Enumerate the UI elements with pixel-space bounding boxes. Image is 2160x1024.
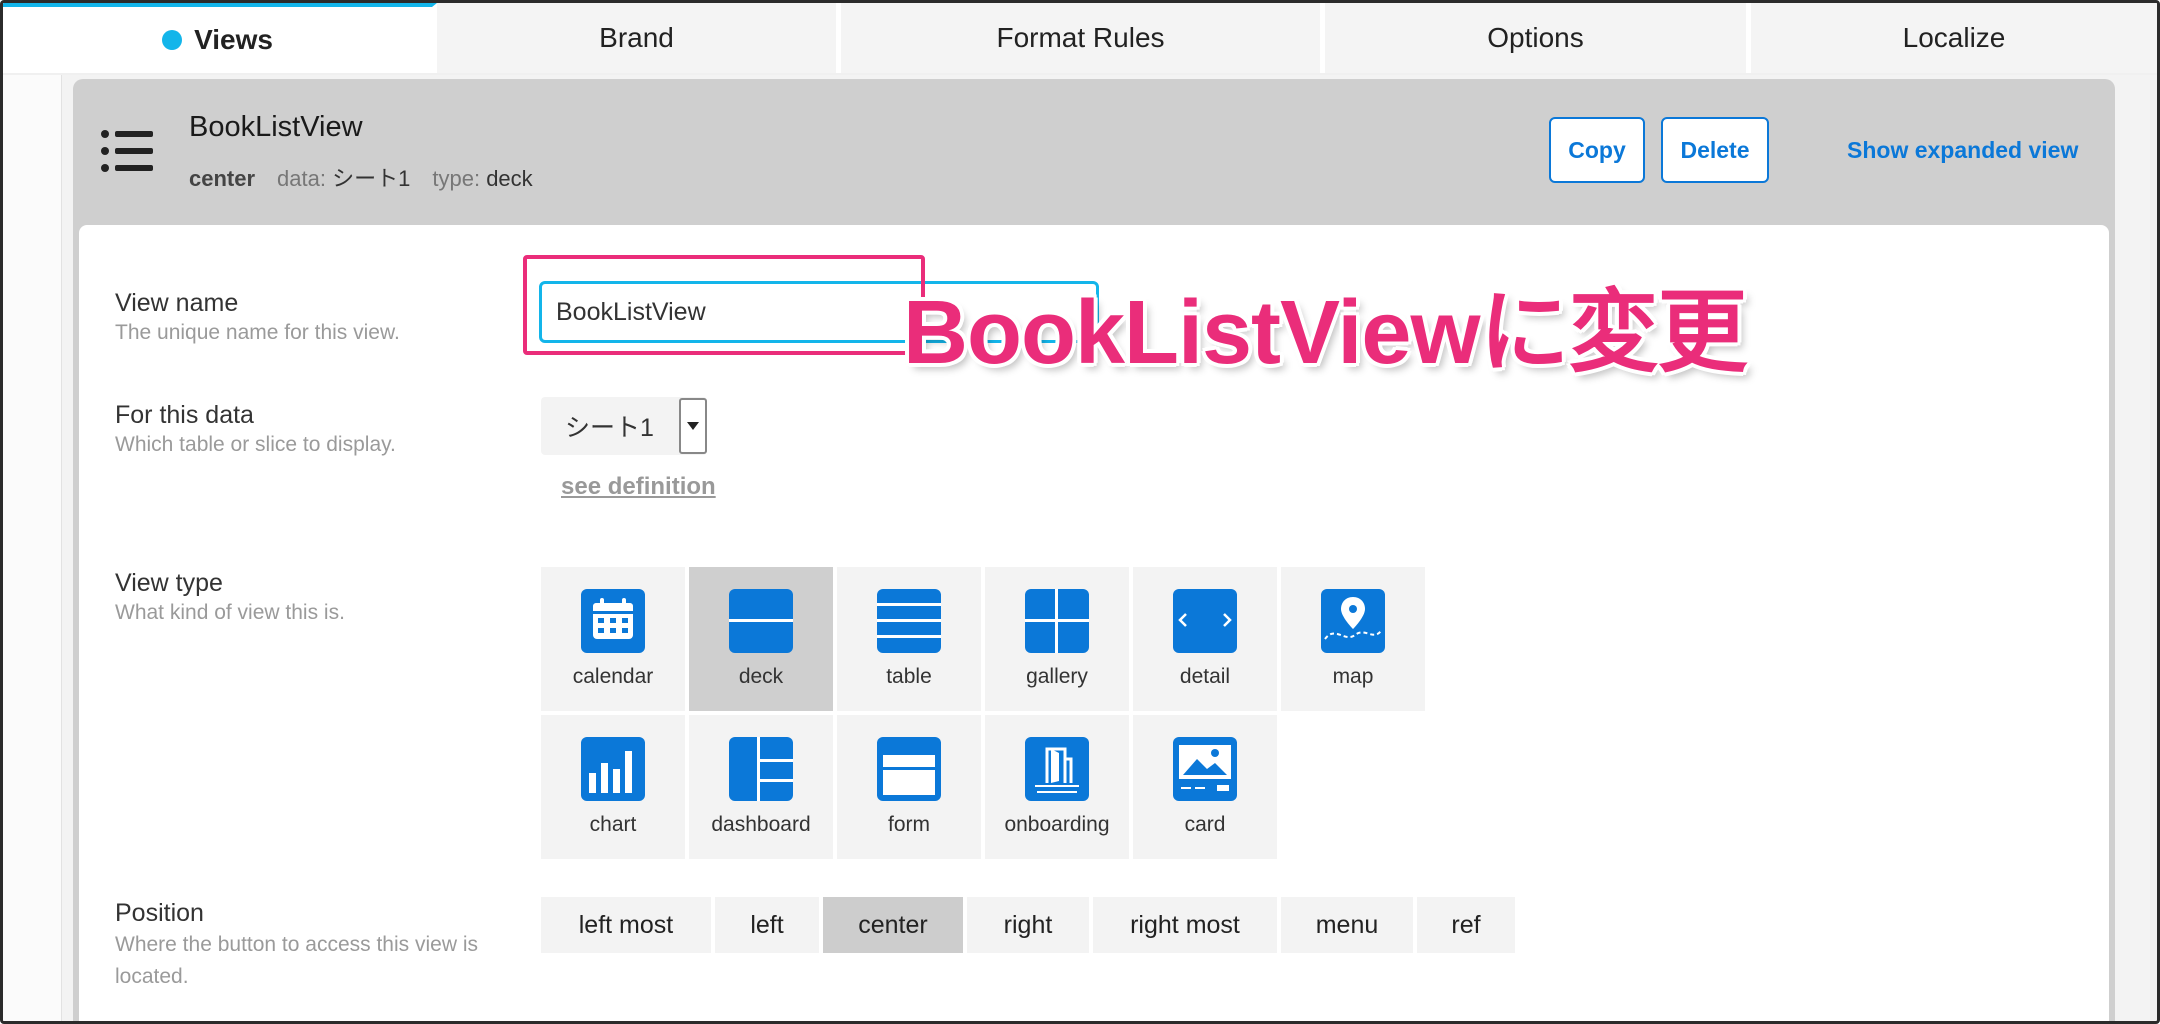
type-key: type: — [432, 166, 481, 191]
view-type-label: View type — [115, 569, 223, 597]
for-this-data-help: Which table or slice to display. — [115, 433, 396, 456]
calendar-icon — [581, 589, 645, 653]
view-name-label: View name — [115, 289, 239, 317]
gallery-icon — [1025, 589, 1089, 653]
app-window: Views Brand Format Rules Options Localiz… — [0, 0, 2160, 1024]
view-header: BookListView center data: シート1 type: deck … — [73, 79, 2115, 225]
position-help: Where the button to access this view is … — [115, 933, 478, 988]
tab-label: Format Rules — [996, 22, 1165, 53]
position-selector: left most left center right right most m… — [541, 897, 1519, 953]
position-right[interactable]: right — [967, 897, 1089, 953]
view-type-gallery[interactable]: gallery — [985, 567, 1129, 711]
form-icon — [877, 737, 941, 801]
left-gutter — [3, 75, 62, 1021]
tab-label: Options — [1487, 22, 1584, 53]
view-type-label-text: form — [888, 813, 930, 836]
tab-brand[interactable]: Brand — [437, 3, 841, 73]
view-type-label-text: calendar — [572, 665, 654, 688]
for-this-data-label: For this data — [115, 401, 254, 429]
dashboard-icon — [729, 737, 793, 801]
view-type-label-text: map — [1332, 665, 1374, 688]
view-type-form[interactable]: form — [837, 715, 981, 859]
dropdown-arrow-icon[interactable] — [679, 398, 707, 454]
view-name-help: The unique name for this view. — [115, 321, 400, 344]
type-value: deck — [486, 166, 533, 191]
position-label: Position — [115, 899, 204, 927]
view-type-calendar[interactable]: calendar — [541, 567, 685, 711]
data-value: シート1 — [332, 166, 411, 191]
deck-icon — [729, 589, 793, 653]
chart-icon — [581, 737, 645, 801]
view-meta: center data: シート1 type: deck — [189, 161, 555, 193]
view-type-label-text: deck — [738, 665, 784, 688]
show-expanded-view-link[interactable]: Show expanded view — [1847, 137, 2078, 164]
see-definition-link[interactable]: see definition — [561, 473, 716, 501]
view-type-label-text: dashboard — [711, 813, 811, 836]
card-icon — [1173, 737, 1237, 801]
view-type-card[interactable]: card — [1133, 715, 1277, 859]
tab-format-rules[interactable]: Format Rules — [841, 3, 1325, 73]
tab-label: Brand — [599, 22, 674, 53]
view-position: center — [189, 166, 256, 191]
view-title: BookListView — [189, 111, 363, 143]
list-icon — [101, 130, 153, 172]
view-type-label-text: chart — [589, 813, 637, 836]
tab-localize[interactable]: Localize — [1751, 3, 2157, 73]
onboarding-icon — [1025, 737, 1089, 801]
tab-bar: Views Brand Format Rules Options Localiz… — [3, 3, 2157, 75]
view-type-chart[interactable]: chart — [541, 715, 685, 859]
view-type-label-text: table — [886, 665, 932, 688]
view-type-label-text: detail — [1179, 665, 1231, 688]
detail-icon — [1173, 589, 1237, 653]
tab-label: Views — [194, 24, 273, 55]
view-type-detail[interactable]: detail — [1133, 567, 1277, 711]
data-source-select[interactable]: シート1 — [541, 397, 707, 455]
position-left[interactable]: left — [715, 897, 819, 953]
view-type-label-text: card — [1184, 813, 1226, 836]
annotation-callout: BookListViewに変更 — [903, 283, 1747, 383]
view-settings-form: View name The unique name for this view.… — [79, 225, 2109, 1021]
view-type-map[interactable]: map — [1281, 567, 1425, 711]
copy-button[interactable]: Copy — [1549, 117, 1645, 183]
view-type-onboarding[interactable]: onboarding — [985, 715, 1129, 859]
table-icon — [877, 589, 941, 653]
view-type-deck[interactable]: deck — [689, 567, 833, 711]
view-type-help: What kind of view this is. — [115, 601, 345, 624]
position-ref[interactable]: ref — [1417, 897, 1515, 953]
view-type-dashboard[interactable]: dashboard — [689, 715, 833, 859]
annotation-highlight-box — [523, 255, 925, 355]
tab-views[interactable]: Views — [3, 3, 437, 73]
data-key: data: — [277, 166, 326, 191]
tab-label: Localize — [1902, 22, 2006, 53]
tab-options[interactable]: Options — [1325, 3, 1751, 73]
view-type-label-text: onboarding — [1004, 813, 1110, 836]
position-right-most[interactable]: right most — [1093, 897, 1277, 953]
position-menu[interactable]: menu — [1281, 897, 1413, 953]
position-center[interactable]: center — [823, 897, 963, 953]
position-left-most[interactable]: left most — [541, 897, 711, 953]
active-dot-icon — [162, 30, 183, 50]
view-type-table[interactable]: table — [837, 567, 981, 711]
data-source-value: シート1 — [565, 414, 654, 442]
view-panel: BookListView center data: シート1 type: deck … — [73, 79, 2115, 1021]
map-icon — [1321, 589, 1385, 653]
delete-button[interactable]: Delete — [1661, 117, 1769, 183]
view-type-label-text: gallery — [1026, 665, 1088, 688]
